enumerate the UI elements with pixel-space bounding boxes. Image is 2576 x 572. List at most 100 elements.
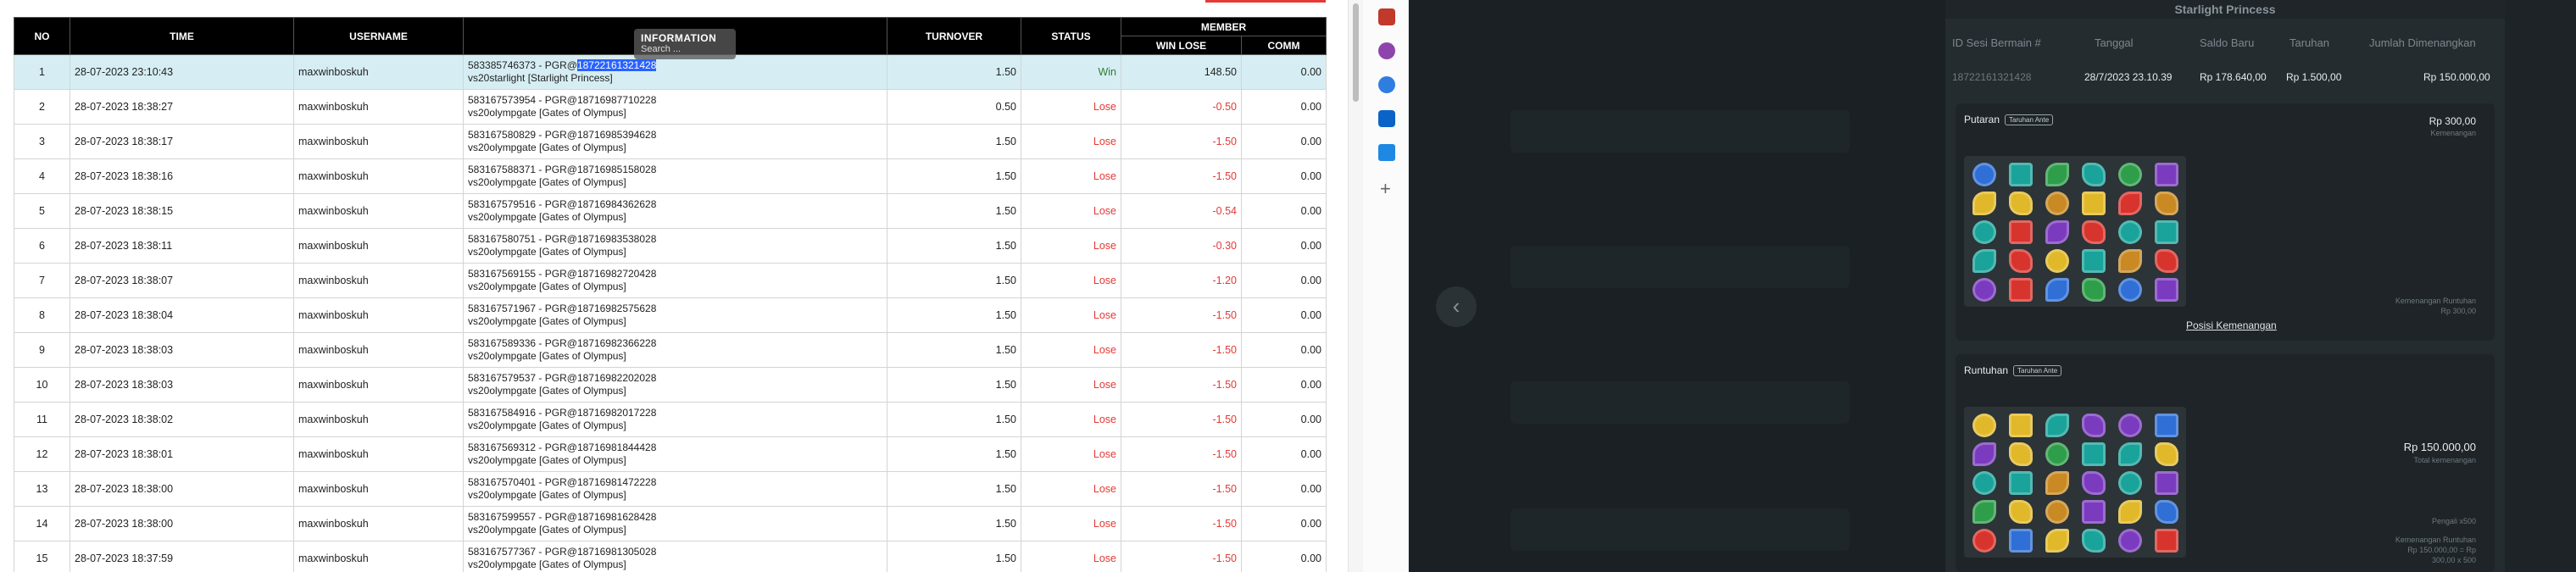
info-ticket: 583167569312 - PGR@ (468, 441, 577, 453)
gem-icon (2009, 249, 2033, 273)
outlook-icon[interactable] (1378, 110, 1395, 127)
table-row[interactable]: 12 28-07-2023 18:38:01 maxwinboskuh 5831675… (14, 436, 1327, 472)
user-icon[interactable] (1378, 42, 1395, 59)
cell-time: 28-07-2023 18:38:15 (70, 193, 294, 229)
cell-time: 28-07-2023 18:38:01 (70, 436, 294, 472)
cell-information: 583167569155 - PGR@18716982720428 vs20oly… (463, 263, 887, 298)
cell-username: maxwinboskuh (293, 228, 464, 264)
info-line-1: 583385746373 - PGR@18722161321428 (468, 59, 882, 72)
info-session-id[interactable]: 18716985394628 (577, 129, 656, 141)
table-row[interactable]: 15 28-07-2023 18:37:59 maxwinboskuh 5831675… (14, 541, 1327, 572)
col-header-comm[interactable]: COMM (1241, 36, 1327, 55)
add-icon[interactable]: + (1380, 178, 1391, 200)
page-scrollbar[interactable] (1348, 0, 1363, 572)
cell-win-lose: -1.50 (1121, 158, 1242, 194)
gem-icon (2082, 249, 2106, 273)
info-session-id[interactable]: 18716982366228 (577, 337, 656, 349)
info-ticket: 583167584916 - PGR@ (468, 407, 577, 419)
winning-position-link[interactable]: Posisi Kemenangan (2186, 319, 2277, 331)
cell-win-lose: -1.50 (1121, 541, 1242, 572)
table-row[interactable]: 5 28-07-2023 18:38:15 maxwinboskuh 58316757… (14, 193, 1327, 229)
cell-status: Win (1021, 54, 1121, 90)
col-header-turnover[interactable]: TURNOVER (887, 17, 1021, 55)
cell-turnover: 1.50 (887, 471, 1021, 507)
col-header-no[interactable]: NO (14, 17, 70, 55)
game-detail-panel: Starlight Princess ID Sesi Bermain # Tan… (1945, 0, 2505, 572)
table-row[interactable]: 11 28-07-2023 18:38:02 maxwinboskuh 5831675… (14, 402, 1327, 437)
info-session-id[interactable]: 18716982720428 (577, 268, 656, 280)
ghost-row (1511, 508, 1850, 551)
table-row[interactable]: 1 28-07-2023 23:10:43 maxwinboskuh 58338574… (14, 54, 1327, 90)
cascade-label: Runtuhan (1964, 364, 2009, 376)
cell-comm: 0.00 (1241, 367, 1327, 403)
gift-icon[interactable] (1378, 8, 1395, 25)
info-session-id[interactable]: 18716987710228 (577, 94, 656, 106)
gem-icon (2118, 278, 2142, 302)
new-balance-value: Rp 178.640,00 (2200, 71, 2267, 83)
gem-icon (2009, 414, 2033, 437)
tooltip-search[interactable]: Search ... (641, 44, 729, 54)
table-row[interactable]: 6 28-07-2023 18:38:11 maxwinboskuh 58316758… (14, 228, 1327, 264)
col-bet: Taruhan (2289, 36, 2329, 49)
info-session-id[interactable]: 18716985158028 (577, 164, 656, 175)
scrollbar-thumb[interactable] (1353, 3, 1359, 102)
table-row[interactable]: 2 28-07-2023 18:38:27 maxwinboskuh 58316757… (14, 89, 1327, 125)
table-row[interactable]: 9 28-07-2023 18:38:03 maxwinboskuh 58316758… (14, 332, 1327, 368)
gem-icon (2118, 249, 2142, 273)
cell-information: 583167569312 - PGR@18716981844428 vs20oly… (463, 436, 887, 472)
info-game: vs20starlight [Starlight Princess] (468, 72, 613, 84)
info-session-id[interactable]: 18722161321428 (576, 59, 657, 71)
info-session-id[interactable]: 18716982575628 (577, 303, 656, 314)
table-row[interactable]: 10 28-07-2023 18:38:03 maxwinboskuh 5831675… (14, 367, 1327, 403)
table-row[interactable]: 8 28-07-2023 18:38:04 maxwinboskuh 58316757… (14, 297, 1327, 333)
cascade-win-label: Kemenangan Runtuhan (2395, 536, 2476, 544)
spin-label: Putaran (1964, 114, 2000, 125)
cell-status: Lose (1021, 263, 1121, 298)
top-action-button[interactable] (1205, 0, 1326, 3)
gem-icon (2082, 500, 2106, 524)
cascade-win-value-2: 300,00 x 500 (2431, 556, 2476, 564)
col-header-username[interactable]: USERNAME (293, 17, 464, 55)
info-session-id[interactable]: 18716981305028 (577, 546, 656, 558)
ghost-row (1511, 246, 1850, 288)
cell-information: 583167570401 - PGR@18716981472228 vs20oly… (463, 471, 887, 507)
info-session-id[interactable]: 18716981628428 (577, 511, 656, 523)
info-session-id[interactable]: 18716982202028 (577, 372, 656, 384)
ante-bet-tag: Taruhan Ante (2005, 114, 2054, 126)
table-row[interactable]: 7 28-07-2023 18:38:07 maxwinboskuh 58316756… (14, 263, 1327, 298)
spin-amount: Rp 300,00 (2429, 115, 2476, 127)
table-row[interactable]: 3 28-07-2023 18:38:17 maxwinboskuh 58316758… (14, 124, 1327, 159)
info-session-id[interactable]: 18716984362628 (577, 198, 656, 210)
info-game: vs20olympgate [Gates of Olympus] (468, 454, 626, 466)
info-session-id[interactable]: 18716983538028 (577, 233, 656, 245)
col-header-time[interactable]: TIME (70, 17, 294, 55)
table-row[interactable]: 14 28-07-2023 18:38:00 maxwinboskuh 5831675… (14, 506, 1327, 541)
gem-icon (2009, 442, 2033, 466)
cell-username: maxwinboskuh (293, 332, 464, 368)
cell-turnover: 1.50 (887, 228, 1021, 264)
cell-win-lose: -1.50 (1121, 367, 1242, 403)
info-session-id[interactable]: 18716981844428 (577, 441, 656, 453)
cell-username: maxwinboskuh (293, 471, 464, 507)
back-arrow-icon[interactable]: ‹ (1436, 286, 1477, 327)
gem-icon (2155, 192, 2178, 215)
information-search-tooltip[interactable]: INFORMATION Search ... (634, 29, 736, 59)
cell-information: 583167580829 - PGR@18716985394628 vs20oly… (463, 124, 887, 159)
table-row[interactable]: 4 28-07-2023 18:38:16 maxwinboskuh 58316758… (14, 158, 1327, 194)
cell-comm: 0.00 (1241, 193, 1327, 229)
cell-no: 15 (14, 541, 70, 572)
col-header-win-lose[interactable]: WIN LOSE (1121, 36, 1242, 55)
info-line-1: 583167584916 - PGR@18716982017228 (468, 407, 882, 419)
shopping-icon[interactable] (1378, 144, 1395, 161)
info-session-id[interactable]: 18716981472228 (577, 476, 656, 488)
gem-icon (1972, 471, 1996, 495)
cell-turnover: 1.50 (887, 193, 1021, 229)
cell-no: 11 (14, 402, 70, 437)
cell-username: maxwinboskuh (293, 402, 464, 437)
col-header-status[interactable]: STATUS (1021, 17, 1121, 55)
info-line-1: 583167570401 - PGR@18716981472228 (468, 476, 882, 489)
table-row[interactable]: 13 28-07-2023 18:38:00 maxwinboskuh 5831675… (14, 471, 1327, 507)
gem-icon (1972, 442, 1996, 466)
info-session-id[interactable]: 18716982017228 (577, 407, 656, 419)
copilot-icon[interactable] (1378, 76, 1395, 93)
